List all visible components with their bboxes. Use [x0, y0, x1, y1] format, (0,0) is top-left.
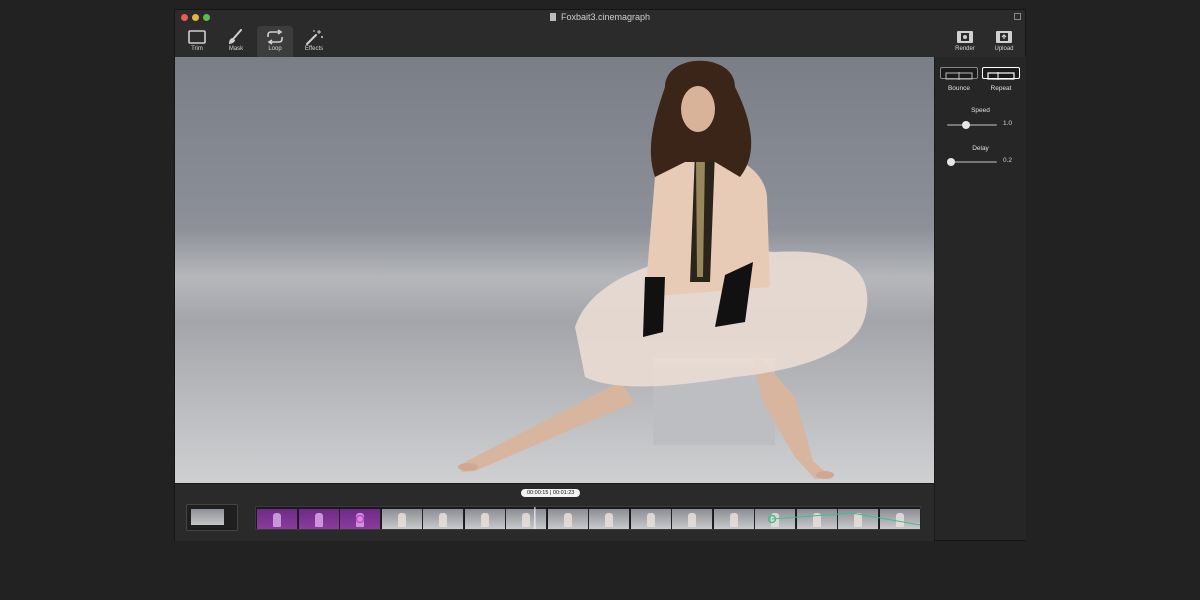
- render-label: Render: [955, 46, 975, 52]
- delay-label: Delay: [972, 145, 989, 152]
- fullscreen-icon[interactable]: [1014, 13, 1021, 20]
- delay-slider[interactable]: [947, 158, 997, 166]
- video-preview[interactable]: [175, 57, 934, 483]
- upload-label: Upload: [994, 46, 1014, 52]
- speed-label: Speed: [971, 107, 990, 114]
- effects-label: Effects: [304, 46, 324, 52]
- current-time: 00:00:15: [527, 490, 549, 496]
- total-time: 00:01:23: [552, 490, 575, 496]
- speed-slider[interactable]: [947, 121, 997, 129]
- film-icon: [957, 31, 973, 43]
- title-bar: Foxbait3.cinemagraph: [175, 10, 1025, 26]
- close-window-button[interactable]: [181, 14, 188, 21]
- delay-value: 0.2: [1003, 157, 1013, 164]
- timecode-display: 00:00:15 | 00:01:23: [521, 489, 581, 497]
- mask-label: Mask: [228, 46, 244, 52]
- window-title: Foxbait3.cinemagraph: [560, 12, 651, 22]
- speed-slider-knob[interactable]: [961, 121, 970, 129]
- film-upload-icon: [996, 31, 1012, 43]
- still-frame-thumbnail: [191, 509, 224, 525]
- brush-icon: [229, 29, 242, 44]
- timeline: 00:00:15 | 00:01:23: [175, 483, 934, 541]
- preview-photo: [458, 60, 868, 479]
- magic-wand-icon: [306, 30, 323, 45]
- trim-label: Trim: [191, 46, 203, 52]
- inspector-panel: Bounce Repeat Speed 1.0 Delay 0.2: [934, 57, 1026, 540]
- app-window: Foxbait3.cinemagraph Trim Mask Loop Effe…: [174, 9, 1026, 541]
- time-separator: |: [549, 490, 552, 496]
- filmstrip[interactable]: [255, 506, 921, 530]
- speed-value: 1.0: [1003, 120, 1013, 127]
- document-icon: [549, 13, 556, 21]
- delay-slider-knob[interactable]: [947, 158, 955, 166]
- bounce-mode-button[interactable]: [940, 67, 978, 80]
- bounce-label: Bounce: [947, 85, 971, 92]
- effect-curve: [771, 512, 920, 526]
- loop-label: Loop: [268, 46, 282, 52]
- mask-keyframe-marker[interactable]: [355, 514, 365, 524]
- repeat-label: Repeat: [990, 85, 1012, 92]
- zoom-window-button[interactable]: [203, 14, 210, 21]
- timeline-overlay: [355, 507, 920, 529]
- bounce-icon: [945, 72, 973, 80]
- repeat-mode-button[interactable]: [982, 67, 1020, 80]
- minimize-window-button[interactable]: [192, 14, 199, 21]
- trim-icon: [188, 30, 206, 44]
- repeat-icon: [987, 72, 1015, 80]
- loop-icon: [267, 29, 283, 45]
- still-frame-selector[interactable]: [186, 504, 238, 531]
